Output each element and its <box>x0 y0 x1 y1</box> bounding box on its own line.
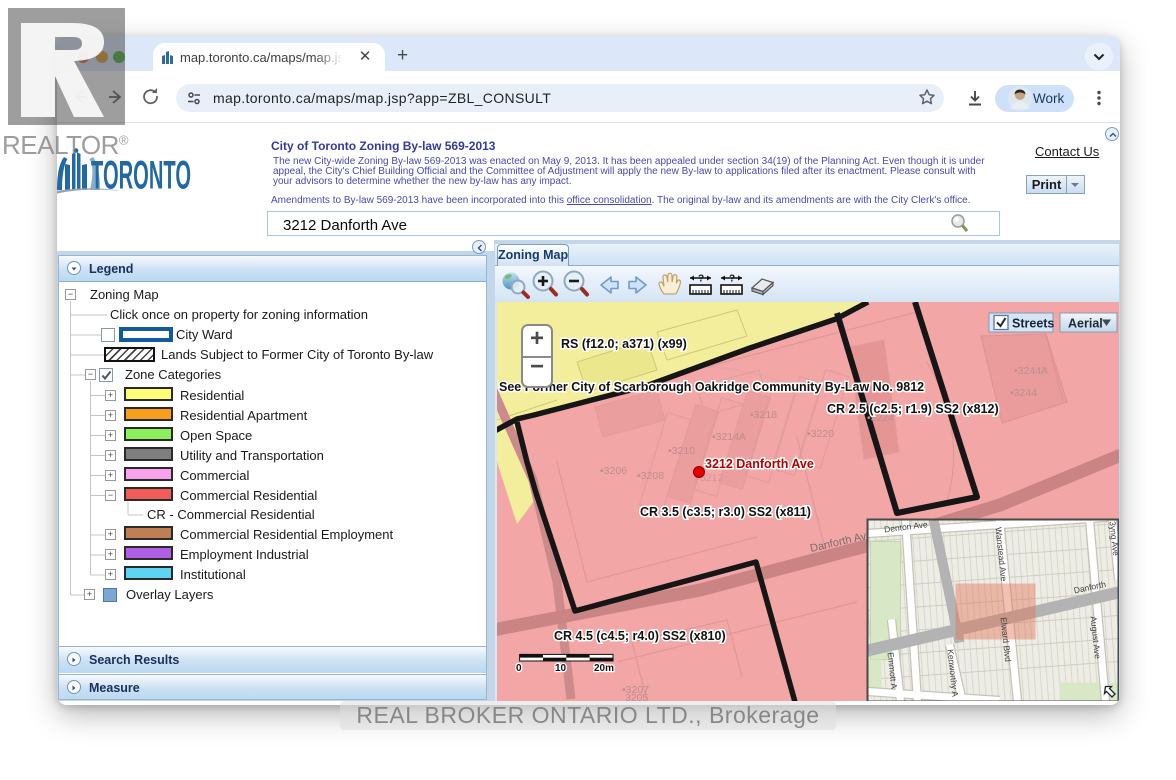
svg-text:?: ? <box>698 274 704 285</box>
svg-text:•3206: •3206 <box>600 465 627 477</box>
svg-text:•3220: •3220 <box>807 428 834 440</box>
svg-text:•3218: •3218 <box>750 409 777 421</box>
svg-text:CR 2.5 (c2.5; r1.9) SS2 (x812: CR 2.5 (c2.5; r1.9) SS2 (x812) <box>827 402 999 416</box>
svg-text:CR 3.5 (c3.5; r3.0) SS2 (x811: CR 3.5 (c3.5; r3.0) SS2 (x811) <box>640 505 811 519</box>
svg-text:See Former City of Scarborough: See Former City of Scarborough Oakridge … <box>499 380 924 394</box>
svg-text:10: 10 <box>555 663 567 674</box>
svg-text:3205: 3205 <box>625 692 649 701</box>
svg-text:RS (f12.0; a371) (x99): RS (f12.0; a371) (x99) <box>561 337 687 351</box>
svg-text:CR 4.5 (c4.5; r4.0) SS2 (x810: CR 4.5 (c4.5; r4.0) SS2 (x810) <box>554 629 726 643</box>
svg-text:•3214A: •3214A <box>712 431 746 443</box>
svg-text:?: ? <box>729 274 735 285</box>
svg-text:Streets: Streets <box>1012 317 1054 331</box>
svg-text:•3210: •3210 <box>668 445 695 457</box>
svg-text:Aerial: Aerial <box>1068 317 1103 331</box>
svg-text:•3244: •3244 <box>1010 387 1037 399</box>
svg-text:0: 0 <box>516 663 522 674</box>
svg-text:•3244A: •3244A <box>1014 365 1048 377</box>
svg-text:20m: 20m <box>594 663 614 674</box>
svg-text:•3208: •3208 <box>637 470 664 482</box>
svg-text:3212 Danforth Ave: 3212 Danforth Ave <box>705 457 814 471</box>
